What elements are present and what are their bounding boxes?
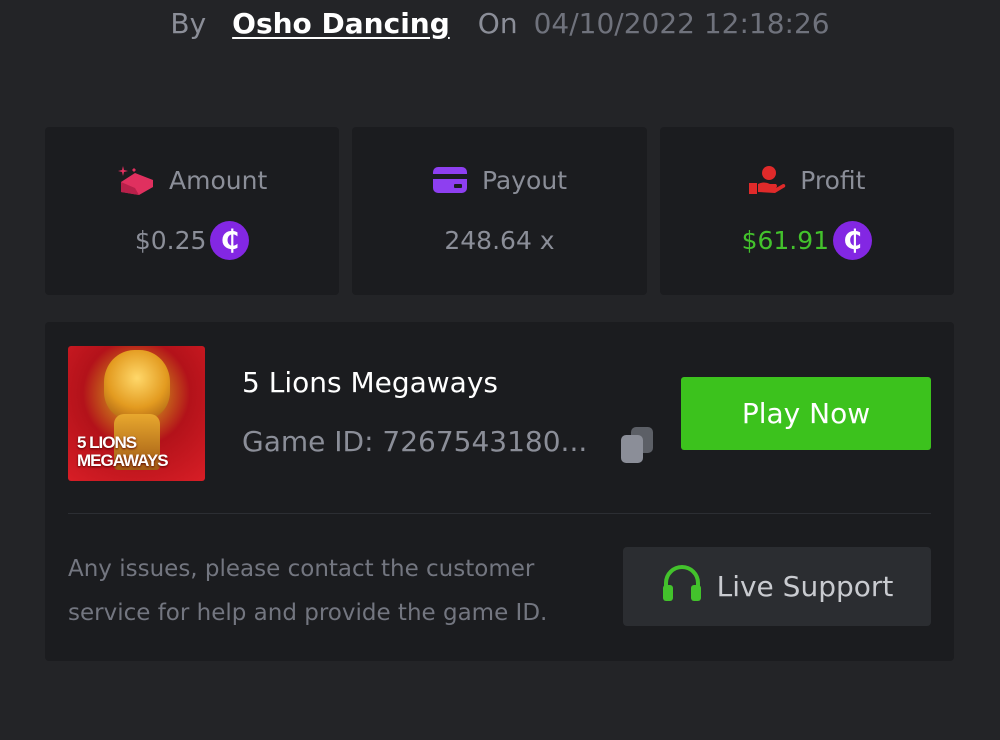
amount-card: Amount $0.25 ₵	[45, 127, 340, 295]
coin-icon: ₵	[210, 220, 250, 260]
amount-header: Amount	[117, 162, 267, 198]
amount-label: Amount	[169, 165, 268, 195]
play-now-button[interactable]: Play Now	[681, 377, 931, 450]
game-title[interactable]: 5 Lions Megaways	[242, 366, 498, 399]
by-label: By	[170, 6, 207, 40]
headset-icon	[661, 563, 703, 610]
hand-money-icon	[748, 165, 786, 195]
support-help-text: Any issues, please contact the customer …	[68, 556, 548, 626]
on-label: On	[477, 6, 518, 40]
live-support-label: Live Support	[716, 570, 894, 603]
bet-datetime: 04/10/2022 12:18:26	[533, 6, 830, 40]
amount-value: $0.25	[134, 225, 207, 255]
game-thumbnail[interactable]: 5 LIONS MEGAWAYS	[68, 346, 205, 481]
amount-value-row: $0.25 ₵	[135, 220, 250, 260]
profit-value: $61.91	[741, 225, 830, 255]
bet-stats: Amount $0.25 ₵ Payout 248.64 x Profit $6…	[45, 127, 954, 295]
payout-card: Payout 248.64 x	[352, 127, 647, 295]
lion-figure	[104, 350, 170, 420]
game-card: 5 LIONS MEGAWAYS 5 Lions Megaways Game I…	[45, 322, 954, 661]
thumbnail-title-line2: MEGAWAYS	[77, 451, 169, 470]
profit-card: Profit $61.91 ₵	[659, 127, 954, 295]
payout-value-row: 248.64 x	[444, 220, 554, 260]
payout-value: 248.64 x	[444, 225, 555, 255]
username-link[interactable]: Osho Dancing	[232, 7, 450, 40]
profit-label: Profit	[800, 165, 866, 195]
credit-card-icon	[432, 166, 468, 194]
profit-value-row: $61.91 ₵	[741, 220, 873, 260]
profit-header: Profit	[748, 162, 865, 198]
thumbnail-title-line1: 5 LIONS	[77, 433, 137, 452]
live-support-button[interactable]: Live Support	[623, 547, 931, 626]
thumbnail-title: 5 LIONS MEGAWAYS	[77, 433, 169, 470]
money-stack-icon	[117, 164, 155, 196]
payout-label: Payout	[481, 165, 567, 195]
game-id: Game ID: 7267543180...	[242, 425, 588, 458]
divider	[68, 513, 931, 514]
payout-header: Payout	[432, 162, 567, 198]
copy-icon[interactable]	[619, 426, 655, 468]
coin-icon: ₵	[833, 220, 873, 260]
bet-byline: By Osho Dancing On 04/10/2022 12:18:26	[0, 0, 1000, 46]
